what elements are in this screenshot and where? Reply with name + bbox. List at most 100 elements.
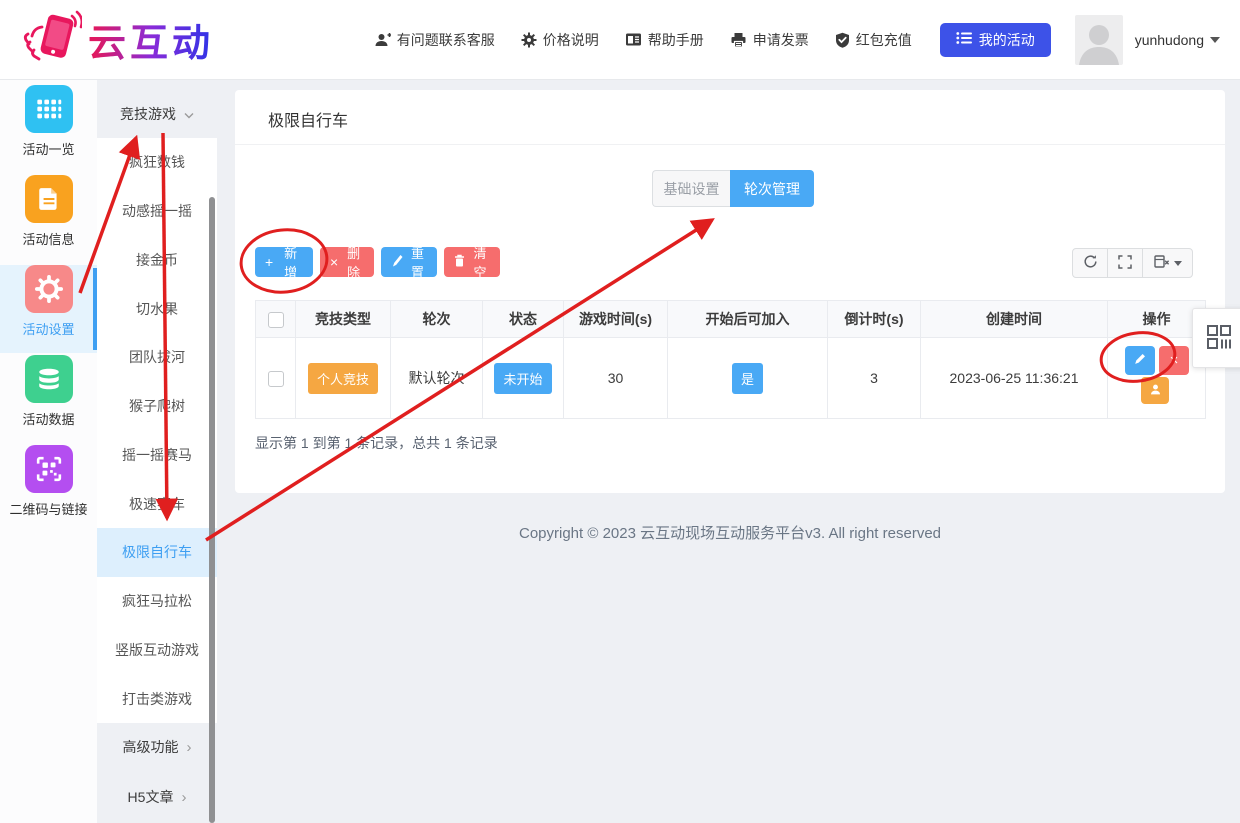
logo-hand-phone-icon xyxy=(20,8,84,71)
status-badge: 未开始 xyxy=(494,362,552,394)
refresh-icon xyxy=(1083,254,1098,272)
col-competition-type: 竞技类型 xyxy=(295,300,391,338)
fullscreen-button[interactable] xyxy=(1107,248,1143,278)
card-view-toggle-button[interactable] xyxy=(1204,322,1234,355)
reset-icon xyxy=(391,254,403,270)
delete-x-icon: × xyxy=(1169,352,1179,369)
countdown-cell: 3 xyxy=(827,337,921,419)
nav-contact-support[interactable]: 有问题联系客服 xyxy=(374,30,495,50)
joinable-badge: 是 xyxy=(731,362,763,394)
col-round: 轮次 xyxy=(390,300,483,338)
user-dropdown[interactable]: yunhudong xyxy=(1135,32,1220,48)
col-status: 状态 xyxy=(482,300,564,338)
sidebar-item-activity-data[interactable]: 活动数据 xyxy=(0,355,97,443)
select-all-checkbox[interactable] xyxy=(267,311,284,328)
game-submenu: 疯狂数钱 动感摇一摇 接金币 切水果 团队拔河 猴子爬树 摇一摇赛马 极速赛车 … xyxy=(97,138,217,723)
menu-item-horse-race[interactable]: 摇一摇赛马 xyxy=(97,431,217,480)
menu-item-marathon[interactable]: 疯狂马拉松 xyxy=(97,577,217,626)
copyright: Copyright © 2023 云互动现场互动服务平台v3. All righ… xyxy=(518,525,941,542)
settings-tabs: 基础设置 轮次管理 xyxy=(652,170,814,207)
fullscreen-icon xyxy=(1118,254,1132,272)
round-cell: 默认轮次 xyxy=(390,337,483,419)
menu-sidebar: 竞技游戏 疯狂数钱 动感摇一摇 接金币 切水果 团队拔河 猴子爬树 摇一摇赛马 … xyxy=(97,80,217,823)
menu-item-catch-coins[interactable]: 接金币 xyxy=(97,236,217,285)
game-time-cell: 30 xyxy=(563,337,668,419)
columns-toggle-button[interactable] xyxy=(1142,248,1193,278)
row-actions: × xyxy=(1108,338,1205,418)
title-divider xyxy=(235,144,1225,145)
tab-basic-settings[interactable]: 基础设置 xyxy=(652,170,730,207)
menu-item-fruit-cut[interactable]: 切水果 xyxy=(97,284,217,333)
plus-icon: + xyxy=(265,254,274,270)
record-info: 显示第 1 到第 1 条记录，总共 1 条记录 xyxy=(255,435,498,451)
price-gear-icon xyxy=(521,32,537,48)
menu-group-h5-articles[interactable]: H5文章 › xyxy=(97,773,217,821)
nav-pricing[interactable]: 价格说明 xyxy=(521,30,599,50)
menu-item-extreme-bike[interactable]: 极限自行车 xyxy=(97,528,217,577)
sidebar-scrollbar[interactable] xyxy=(209,197,215,823)
menu-item-monkey-climb[interactable]: 猴子爬树 xyxy=(97,382,217,431)
menu-item-crazy-money[interactable]: 疯狂数钱 xyxy=(97,138,217,187)
avatar[interactable] xyxy=(1074,14,1123,65)
col-game-time: 游戏时间(s) xyxy=(563,300,668,338)
reset-button[interactable]: 重置 xyxy=(381,246,437,280)
edit-button[interactable] xyxy=(1125,346,1155,375)
tab-round-management[interactable]: 轮次管理 xyxy=(730,170,814,207)
caret-down-icon xyxy=(1173,260,1182,266)
main-content: 极限自行车 基础设置 轮次管理 + 新增 × 删除 重置 清空 竞技类型 轮次 … xyxy=(235,90,1225,823)
table-toolbar xyxy=(1072,248,1193,278)
participants-button[interactable] xyxy=(1141,377,1169,404)
menu-item-tug-of-war[interactable]: 团队拔河 xyxy=(97,333,217,382)
edit-pencil-icon xyxy=(1133,352,1147,369)
sidebar-item-qrcode-links[interactable]: 二维码与链接 xyxy=(0,445,97,533)
gear-icon xyxy=(24,265,73,313)
competition-type-badge: 个人竞技 xyxy=(307,362,378,394)
username: yunhudong xyxy=(1134,31,1204,48)
list-icon xyxy=(956,31,972,48)
manual-book-icon xyxy=(625,32,642,47)
nav-recharge[interactable]: 红包充值 xyxy=(835,30,912,50)
col-actions: 操作 xyxy=(1107,300,1206,338)
row-delete-button[interactable]: × xyxy=(1159,346,1189,375)
document-icon xyxy=(24,175,73,223)
rounds-table: 竞技类型 轮次 状态 游戏时间(s) 开始后可加入 倒计时(s) 创建时间 操作… xyxy=(255,300,1206,419)
col-created-at: 创建时间 xyxy=(920,300,1108,338)
menu-group-advanced[interactable]: 高级功能 › xyxy=(97,723,217,771)
menu-item-hit-games[interactable]: 打击类游戏 xyxy=(97,674,217,723)
top-nav: 有问题联系客服 价格说明 帮助手册 申请发票 红包充值 xyxy=(374,30,912,50)
col-joinable: 开始后可加入 xyxy=(667,300,828,338)
nav-help-manual[interactable]: 帮助手册 xyxy=(625,30,704,50)
card-view-icon xyxy=(1204,324,1234,355)
menu-item-vertical-games[interactable]: 竖版互动游戏 xyxy=(97,626,217,675)
caret-down-icon xyxy=(1210,36,1220,43)
logo-text: 云互动 xyxy=(88,12,214,67)
grid-dots-icon xyxy=(24,85,73,133)
delete-button[interactable]: × 删除 xyxy=(320,246,374,280)
menu-item-shake[interactable]: 动感摇一摇 xyxy=(97,187,217,236)
my-activities-button[interactable]: 我的活动 xyxy=(939,22,1051,57)
view-toggle-popup xyxy=(1192,308,1240,368)
chevron-right-icon: › xyxy=(186,738,192,756)
sidebar-item-activity-settings[interactable]: 活动设置 xyxy=(0,265,97,353)
chevron-right-icon: › xyxy=(181,788,187,806)
menu-group-competitive-games[interactable]: 竞技游戏 xyxy=(97,90,217,138)
table-header-row: 竞技类型 轮次 状态 游戏时间(s) 开始后可加入 倒计时(s) 创建时间 操作 xyxy=(255,300,1206,338)
table-action-buttons: + 新增 × 删除 重置 清空 xyxy=(255,246,500,280)
shield-check-icon xyxy=(835,32,850,48)
row-checkbox[interactable] xyxy=(267,370,284,387)
avatar-silhouette-icon xyxy=(1078,24,1119,65)
icon-sidebar: 活动一览 活动信息 活动设置 活动数据 二维码与链接 xyxy=(0,80,97,823)
sidebar-item-activity-info[interactable]: 活动信息 xyxy=(0,175,97,263)
database-icon xyxy=(24,355,73,403)
refresh-button[interactable] xyxy=(1072,248,1108,278)
nav-invoice[interactable]: 申请发票 xyxy=(730,30,809,50)
menu-item-speed-race[interactable]: 极速赛车 xyxy=(97,479,217,528)
add-button[interactable]: + 新增 xyxy=(255,246,313,280)
top-header: 云互动 有问题联系客服 价格说明 帮助手册 申请发票 红包充值 我的活动 yun… xyxy=(0,0,1240,80)
app-logo[interactable]: 云互动 xyxy=(20,8,252,71)
chevron-down-icon xyxy=(184,106,194,122)
col-countdown: 倒计时(s) xyxy=(827,300,921,338)
created-at-cell: 2023-06-25 11:36:21 xyxy=(920,337,1108,419)
clear-button[interactable]: 清空 xyxy=(444,246,500,280)
sidebar-item-activity-overview[interactable]: 活动一览 xyxy=(0,85,97,173)
